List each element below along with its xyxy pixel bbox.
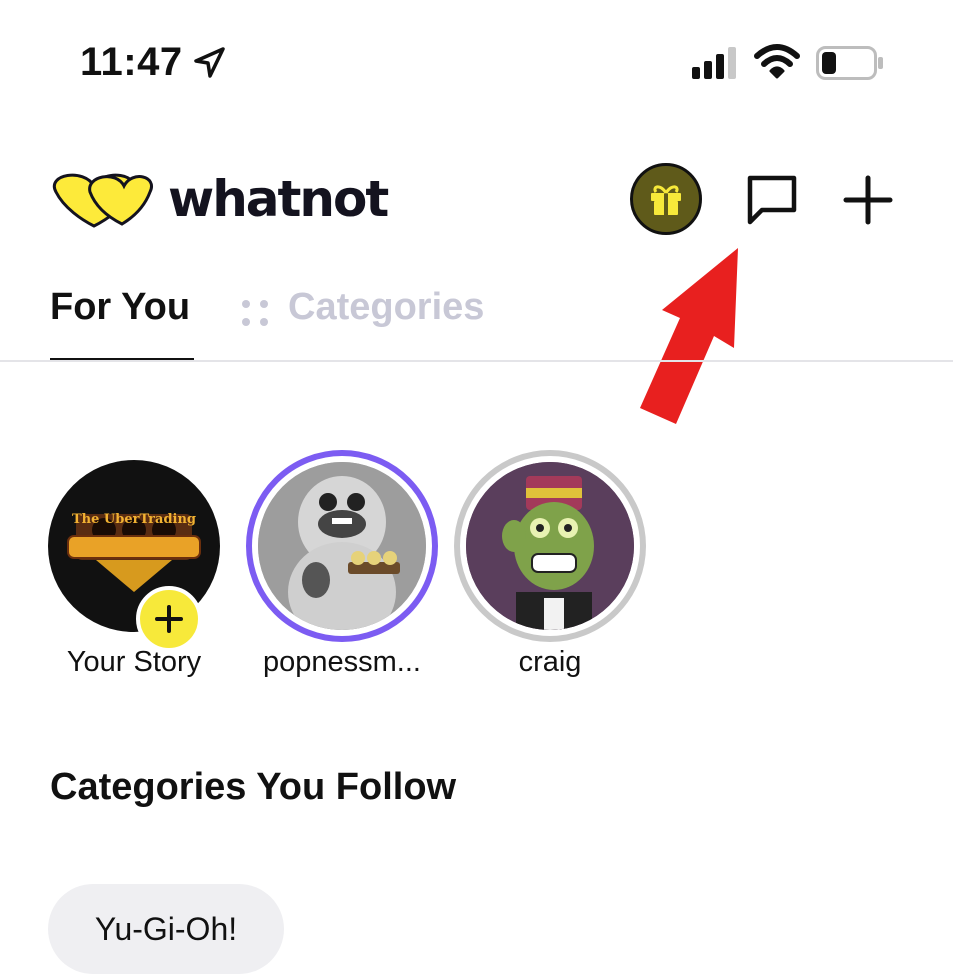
story-label: craig: [518, 646, 582, 678]
ape-avatar-image: [466, 462, 634, 630]
svg-text:The UberTrading: The UberTrading: [72, 512, 196, 527]
category-chip-yu-gi-oh[interactable]: Yu-Gi-Oh!: [48, 884, 284, 974]
annotation-arrow-icon: [640, 248, 738, 424]
section-title: Categories You Follow: [50, 766, 457, 808]
tab-categories[interactable]: Categories: [288, 286, 484, 329]
message-icon[interactable]: [742, 170, 802, 230]
wifi-icon: [754, 44, 800, 79]
story-ring: [246, 450, 438, 642]
gift-icon: [651, 185, 681, 215]
avatar: [258, 462, 426, 630]
battery-icon: [816, 46, 883, 80]
yeti-figure-image: [258, 462, 426, 630]
status-time: 11:47: [80, 40, 183, 84]
plus-icon: [155, 605, 183, 633]
cellular-signal-icon: [692, 47, 736, 79]
avatar: [466, 462, 634, 630]
story-label: popnessm...: [263, 646, 421, 678]
tab-divider: [0, 360, 953, 362]
gift-button[interactable]: [630, 163, 702, 235]
brand-wordmark: whatnot: [168, 170, 389, 228]
whatnot-logo-icon: [52, 173, 153, 228]
categories-grid-icon: [242, 300, 268, 326]
add-story-button[interactable]: [136, 586, 202, 652]
story-ring: [454, 450, 646, 642]
story-label: Your Story: [66, 646, 202, 678]
location-arrow-icon: [194, 47, 225, 78]
plus-icon[interactable]: [840, 172, 896, 228]
tab-for-you[interactable]: For You: [50, 286, 190, 329]
